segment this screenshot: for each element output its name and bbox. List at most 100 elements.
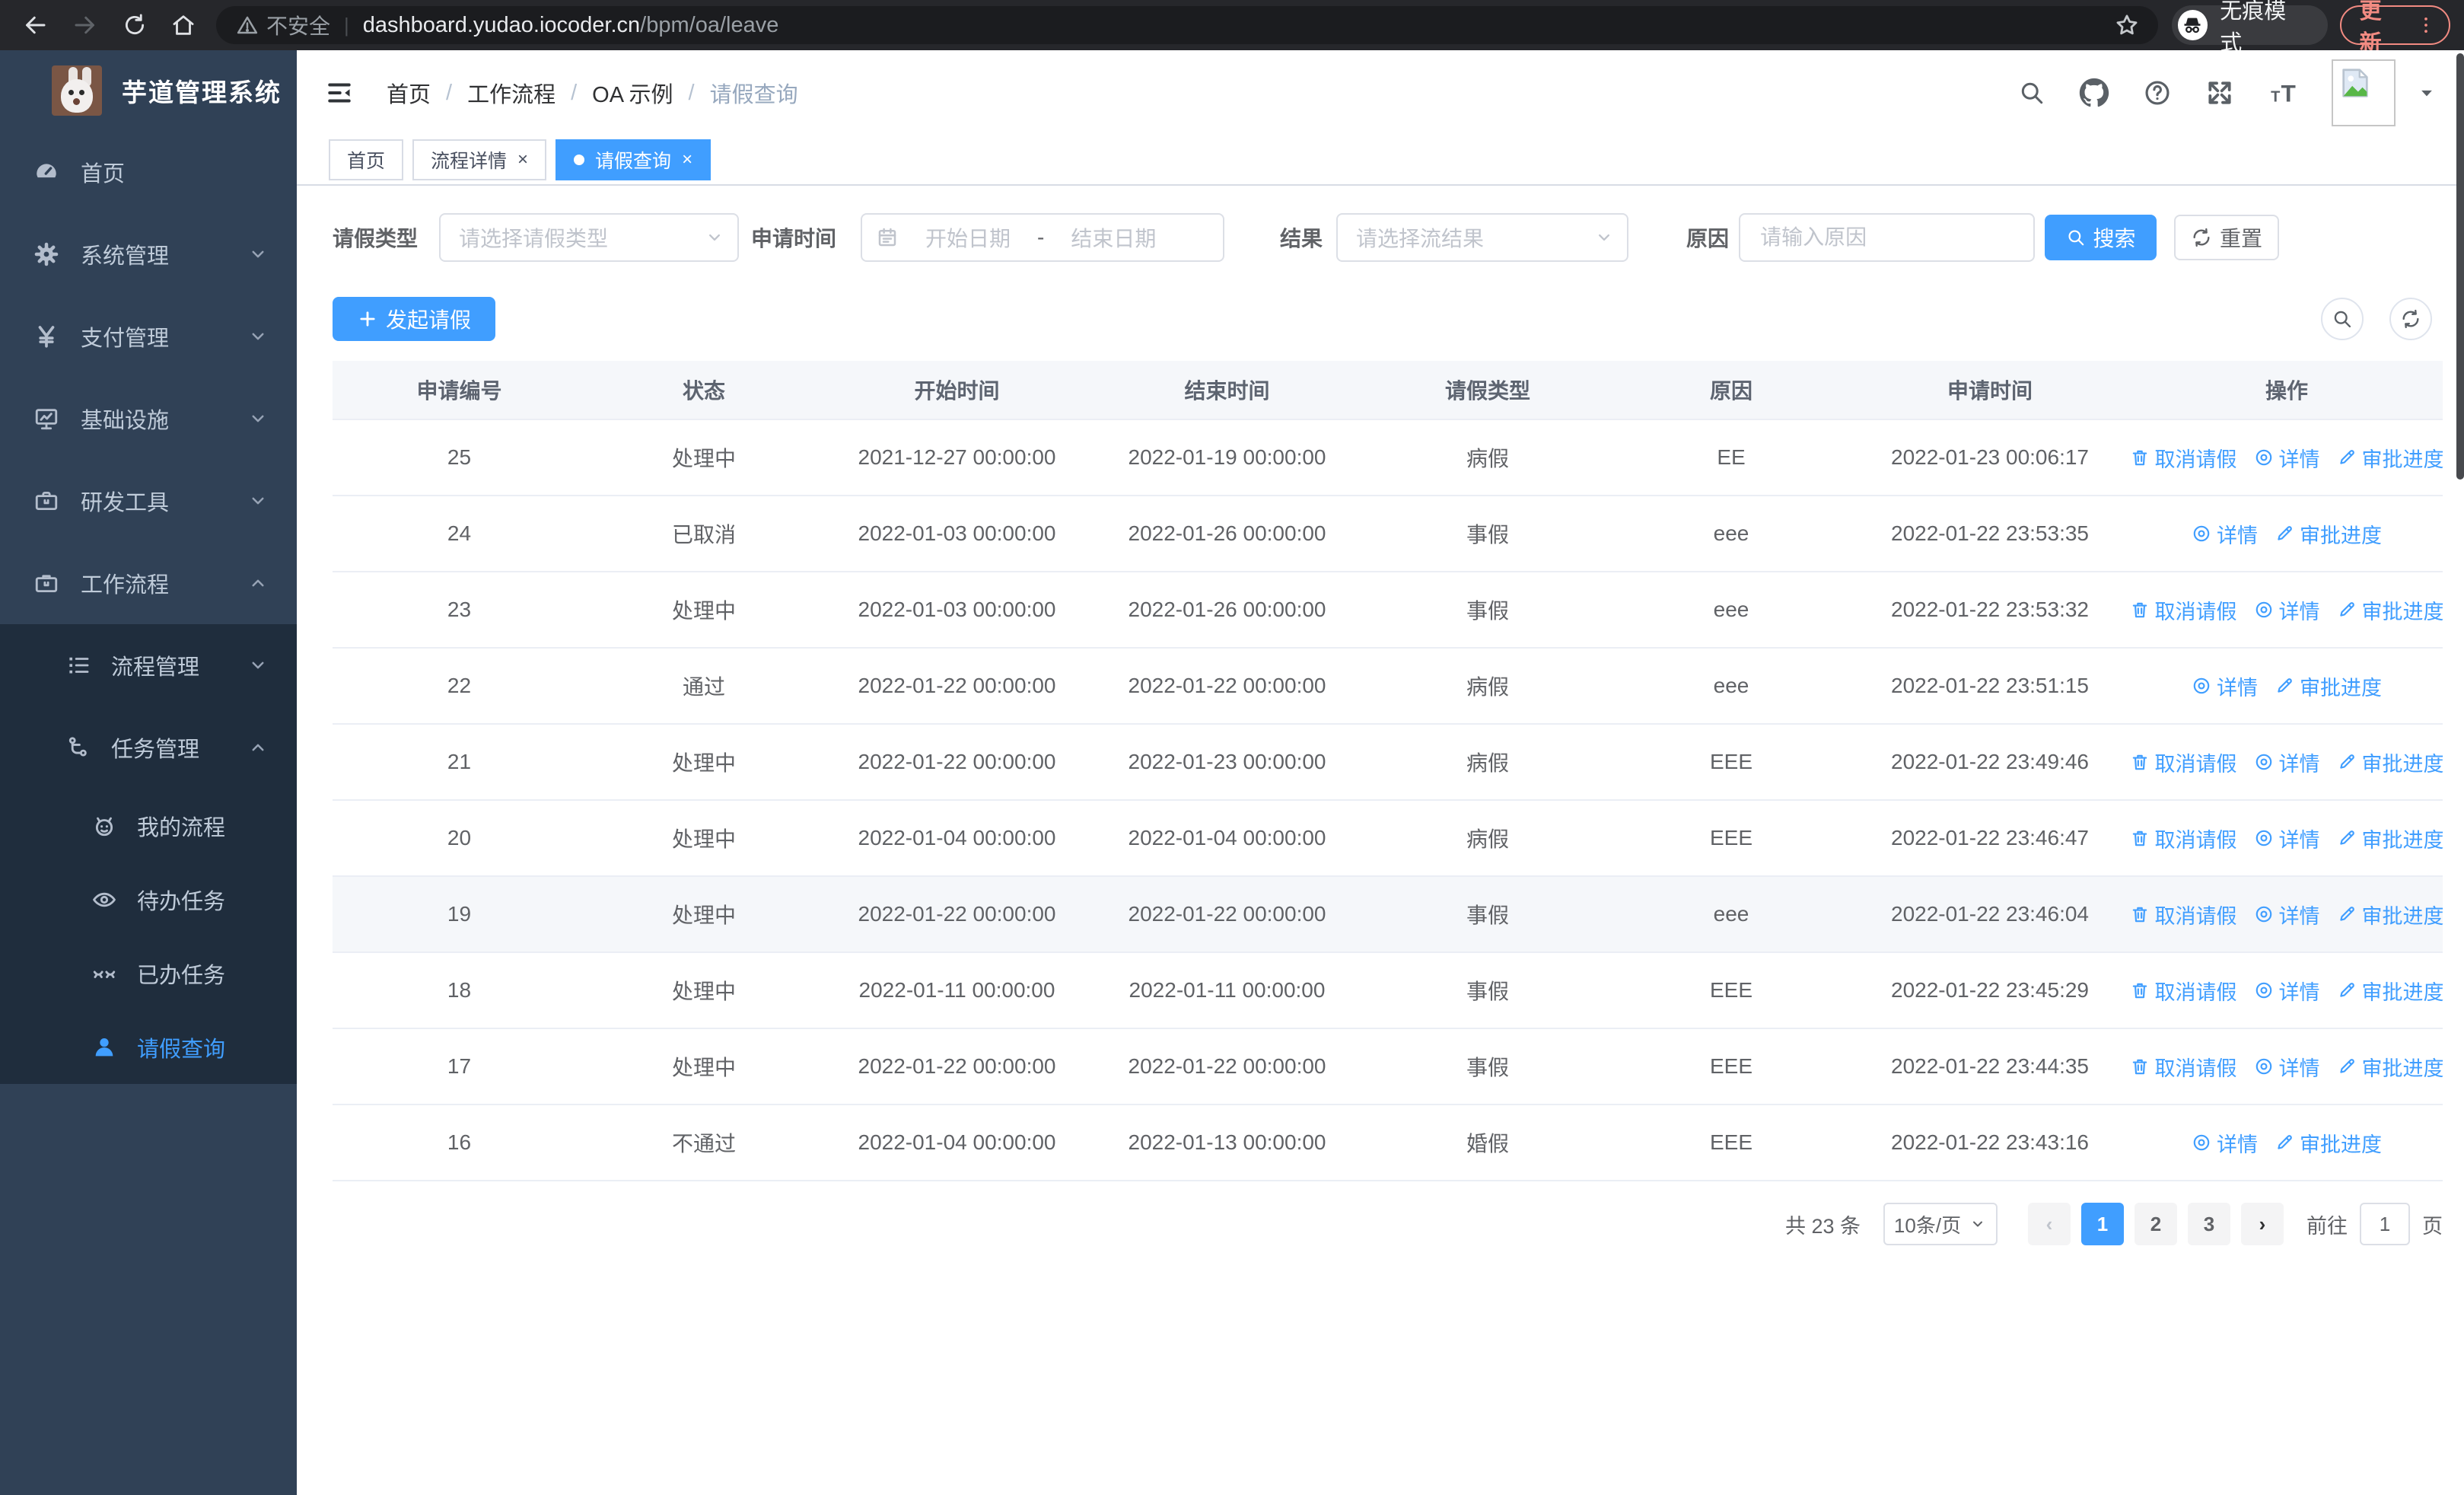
breadcrumb-separator: /	[446, 80, 453, 105]
tab-请假查询[interactable]: 请假查询 ×	[556, 139, 712, 180]
row-actions: 取消请假 详情 审批进度	[2130, 900, 2444, 929]
result-select[interactable]: 请选择流结果	[1336, 213, 1629, 262]
trash-icon	[2130, 448, 2150, 467]
progress-action-link[interactable]: 审批进度	[2275, 519, 2382, 549]
progress-action-link[interactable]: 审批进度	[2275, 1128, 2382, 1158]
tab-首页[interactable]: 首页	[329, 139, 404, 180]
cancel-action-link[interactable]: 取消请假	[2130, 748, 2237, 777]
cancel-action-link[interactable]: 取消请假	[2130, 443, 2237, 473]
svg-text:T: T	[2281, 80, 2296, 107]
refresh-table-button[interactable]	[2389, 298, 2432, 340]
active-tab-dot	[574, 155, 585, 165]
sidebar-item-待办任务[interactable]: 待办任务	[0, 862, 297, 936]
detail-action-link[interactable]: 详情	[2254, 748, 2320, 777]
reason-input[interactable]	[1759, 225, 2034, 250]
breadcrumb-item[interactable]: 首页	[387, 77, 431, 109]
sidebar-item-首页[interactable]: 首页	[0, 131, 297, 213]
search-button[interactable]: 搜索	[2045, 215, 2157, 260]
cancel-action-link[interactable]: 取消请假	[2130, 1052, 2237, 1082]
scrollbar-thumb[interactable]	[2456, 53, 2464, 480]
table-row: 25 处理中 2021-12-27 00:00:00 2022-01-19 00:00…	[333, 420, 2444, 496]
sidebar-item-研发工具[interactable]: 研发工具	[0, 460, 297, 542]
cancel-action-link[interactable]: 取消请假	[2130, 900, 2237, 929]
date-end-placeholder: 结束日期	[1071, 227, 1157, 250]
detail-action-link[interactable]: 详情	[2192, 1128, 2258, 1158]
leave-type-select[interactable]: 请选择请假类型	[439, 213, 740, 262]
progress-action-link[interactable]: 审批进度	[2337, 976, 2444, 1006]
apply-time-range-picker[interactable]: 开始日期 - 结束日期	[861, 213, 1225, 262]
next-page-button[interactable]: ›	[2241, 1203, 2284, 1245]
github-icon[interactable]	[2079, 78, 2109, 108]
sidebar-logo[interactable]: 芋道管理系统	[0, 50, 297, 131]
action-label: 审批进度	[2361, 980, 2444, 1004]
font-size-icon[interactable]: TT	[2268, 78, 2298, 108]
fullscreen-icon[interactable]	[2205, 78, 2234, 107]
sidebar-item-任务管理[interactable]: 任务管理	[0, 706, 297, 789]
sidebar-collapse-icon[interactable]	[326, 79, 353, 107]
home-icon[interactable]	[170, 12, 196, 38]
browser-update-button[interactable]: 更新	[2339, 0, 2450, 56]
progress-action-link[interactable]: 审批进度	[2337, 900, 2444, 929]
search-icon[interactable]	[2018, 79, 2045, 107]
reload-icon[interactable]	[122, 12, 148, 38]
bookmark-star-icon[interactable]	[2114, 12, 2140, 38]
avatar-caret-icon[interactable]	[2415, 81, 2438, 104]
sidebar-item-请假查询[interactable]: 请假查询	[0, 1010, 297, 1084]
tab-close-icon[interactable]: ×	[682, 151, 692, 169]
action-label: 取消请假	[2154, 752, 2237, 776]
progress-action-link[interactable]: 审批进度	[2337, 824, 2444, 853]
progress-action-link[interactable]: 审批进度	[2337, 1052, 2444, 1082]
sidebar-item-支付管理[interactable]: 支付管理	[0, 295, 297, 378]
security-warning-icon[interactable]	[236, 14, 259, 37]
sidebar-item-我的流程[interactable]: 我的流程	[0, 789, 297, 862]
edit-icon	[2337, 904, 2357, 924]
reset-button[interactable]: 重置	[2174, 215, 2280, 260]
page-button-3[interactable]: 3	[2188, 1203, 2230, 1245]
breadcrumb-item[interactable]: 工作流程	[467, 77, 556, 109]
sidebar-item-基础设施[interactable]: 基础设施	[0, 378, 297, 460]
detail-action-link[interactable]: 详情	[2254, 443, 2320, 473]
page-button-1[interactable]: 1	[2081, 1203, 2124, 1245]
create-leave-button[interactable]: 发起请假	[333, 297, 496, 341]
goto-page-input[interactable]	[2360, 1203, 2410, 1245]
kebab-menu-icon[interactable]	[2415, 14, 2437, 36]
detail-action-link[interactable]: 详情	[2254, 595, 2320, 625]
date-range-separator: -	[1037, 225, 1045, 249]
detail-action-link[interactable]: 详情	[2254, 1052, 2320, 1082]
page-button-2[interactable]: 2	[2135, 1203, 2177, 1245]
detail-action-link[interactable]: 详情	[2254, 976, 2320, 1006]
cancel-action-link[interactable]: 取消请假	[2130, 595, 2237, 625]
sidebar-item-系统管理[interactable]: 系统管理	[0, 213, 297, 295]
progress-action-link[interactable]: 审批进度	[2337, 748, 2444, 777]
tab-流程详情[interactable]: 流程详情 ×	[412, 139, 547, 180]
edit-icon	[2337, 1057, 2357, 1076]
progress-action-link[interactable]: 审批进度	[2337, 595, 2444, 625]
table-cell: 2022-01-04 00:00:00	[858, 826, 1056, 850]
detail-action-link[interactable]: 详情	[2254, 900, 2320, 929]
sidebar-item-工作流程[interactable]: 工作流程	[0, 542, 297, 624]
detail-action-link[interactable]: 详情	[2192, 671, 2258, 701]
progress-action-link[interactable]: 审批进度	[2337, 443, 2444, 473]
action-label: 审批进度	[2361, 448, 2444, 471]
view-icon	[2192, 524, 2211, 543]
breadcrumb-item[interactable]: OA 示例	[592, 77, 673, 109]
detail-action-link[interactable]: 详情	[2192, 519, 2258, 549]
cancel-action-link[interactable]: 取消请假	[2130, 824, 2237, 853]
prev-page-button[interactable]: ‹	[2028, 1203, 2071, 1245]
sidebar-item-已办任务[interactable]: 已办任务	[0, 936, 297, 1010]
detail-action-link[interactable]: 详情	[2254, 824, 2320, 853]
avatar[interactable]	[2332, 59, 2396, 126]
reason-label: 原因	[1686, 227, 1730, 250]
show-search-button[interactable]	[2321, 298, 2364, 340]
progress-action-link[interactable]: 审批进度	[2275, 671, 2382, 701]
page-size-select[interactable]: 10条/页	[1883, 1203, 1998, 1245]
cancel-action-link[interactable]: 取消请假	[2130, 976, 2237, 1006]
tab-close-icon[interactable]: ×	[517, 151, 528, 169]
table-toolbar: 发起请假	[333, 297, 2443, 341]
address-bar[interactable]: 不安全 | dashboard.yudao.iocoder.cn/bpm/oa/…	[216, 6, 2158, 44]
user-icon	[91, 1034, 117, 1060]
sidebar-item-流程管理[interactable]: 流程管理	[0, 624, 297, 706]
update-label: 更新	[2359, 0, 2382, 56]
help-icon[interactable]	[2143, 78, 2172, 107]
back-icon[interactable]	[21, 11, 49, 39]
